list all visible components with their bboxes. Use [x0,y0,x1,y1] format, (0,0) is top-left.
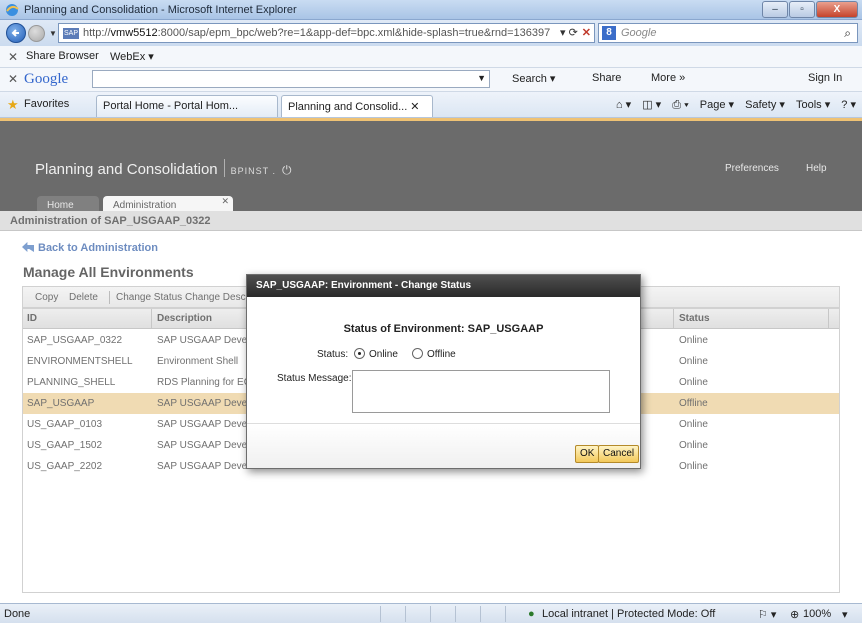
share-browser-button[interactable]: Share Browser [26,50,99,62]
history-dropdown-icon[interactable]: ▼ [49,29,57,38]
status-message-label: Status Message: [277,373,352,384]
ok-button[interactable]: OK [575,445,600,463]
google-more-button[interactable]: More » [651,72,685,84]
browser-search-input[interactable]: 8 Google ⌕ [598,23,858,43]
print-icon[interactable]: ⎙ ▾ [672,99,688,111]
favorites-bar: ★ Favorites Portal Home - Portal Hom... … [0,92,862,118]
close-window-button[interactable]: X [816,1,858,18]
status-label: Status: [317,349,349,360]
minimize-button[interactable]: – [762,1,788,18]
url-text: http://vmw5512:8000/sap/epm_bpc/web?re=1… [83,27,551,39]
maximize-button[interactable]: ▫ [789,1,815,18]
google-logo: Google [24,71,69,87]
google-toolbar: ✕ Google ▼ Search ▾ Share More » Sign In [0,68,862,92]
window-title: Planning and Consolidation - Microsoft I… [24,4,297,16]
back-arrow-icon [11,29,19,37]
url-input[interactable]: SAP http://vmw5512:8000/sap/epm_bpc/web?… [58,23,595,43]
back-button[interactable] [6,23,26,43]
cancel-button[interactable]: Cancel [598,445,640,463]
google-search-icon: 8 [602,26,616,40]
feeds-icon[interactable]: ◫ ▾ [642,99,661,111]
status-online-radio[interactable] [354,348,365,359]
popup-blocker-icon[interactable]: ⚐ ▾ [758,608,776,621]
ie-logo-icon [6,4,19,16]
close-toolbar-icon[interactable]: ✕ [8,50,18,64]
favorites-button[interactable]: Favorites [24,98,69,110]
page-menu[interactable]: Page ▾ [700,99,734,111]
status-offline-label[interactable]: Offline [427,349,456,360]
window-titlebar: Planning and Consolidation - Microsoft I… [0,0,862,20]
site-favicon-icon: SAP [63,28,79,39]
tools-menu[interactable]: Tools ▾ [796,99,830,111]
dialog-heading: Status of Environment: SAP_USGAAP [343,323,544,335]
webex-toolbar: ✕ Share Browser WebEx ▾ [0,46,862,68]
refresh-icon[interactable]: ⟳ [569,27,578,39]
zoom-level[interactable]: 100% [803,608,831,620]
search-placeholder: Google [621,27,657,39]
webex-menu[interactable]: WebEx ▾ [110,50,154,63]
search-icon[interactable]: ⌕ [844,26,851,41]
tab-planning[interactable]: Planning and Consolid... ✕ [281,95,433,117]
status-online-label[interactable]: Online [369,349,398,360]
zoom-icon[interactable]: ⊕ [790,608,799,621]
google-signin-link[interactable]: Sign In [808,72,842,84]
home-icon[interactable]: ⌂ ▾ [616,99,631,111]
google-search-button[interactable]: Search ▾ [512,72,555,85]
favorites-star-icon: ★ [7,97,19,112]
stop-icon[interactable]: ✕ [582,27,591,39]
close-google-toolbar-icon[interactable]: ✕ [8,72,18,86]
zoom-dropdown-icon[interactable]: ▾ [842,608,848,621]
status-offline-radio[interactable] [412,348,423,359]
browser-statusbar: Done ● Local intranet | Protected Mode: … [0,603,862,623]
google-share-button[interactable]: Share [592,72,621,84]
intranet-zone-icon: ● [528,608,535,620]
forward-button[interactable] [28,25,45,42]
tab-portal-home[interactable]: Portal Home - Portal Hom... [96,95,278,117]
google-toolbar-search-input[interactable]: ▼ [92,70,490,88]
status-message-textarea[interactable] [352,370,610,413]
security-zone-label[interactable]: Local intranet | Protected Mode: Off [542,608,715,620]
safety-menu[interactable]: Safety ▾ [745,99,785,111]
command-bar: ⌂ ▾ ◫ ▾ ⎙ ▾ Page ▾ Safety ▾ Tools ▾ ? ▾ [608,98,856,112]
help-icon[interactable]: ? ▾ [841,99,856,111]
address-bar: ▼ SAP http://vmw5512:8000/sap/epm_bpc/we… [0,20,862,46]
dialog-title: SAP_USGAAP: Environment - Change Status [247,275,640,297]
change-status-dialog: SAP_USGAAP: Environment - Change Status … [246,274,641,469]
status-text: Done [4,608,31,620]
url-dropdown-icon[interactable]: ▾ [560,27,566,39]
